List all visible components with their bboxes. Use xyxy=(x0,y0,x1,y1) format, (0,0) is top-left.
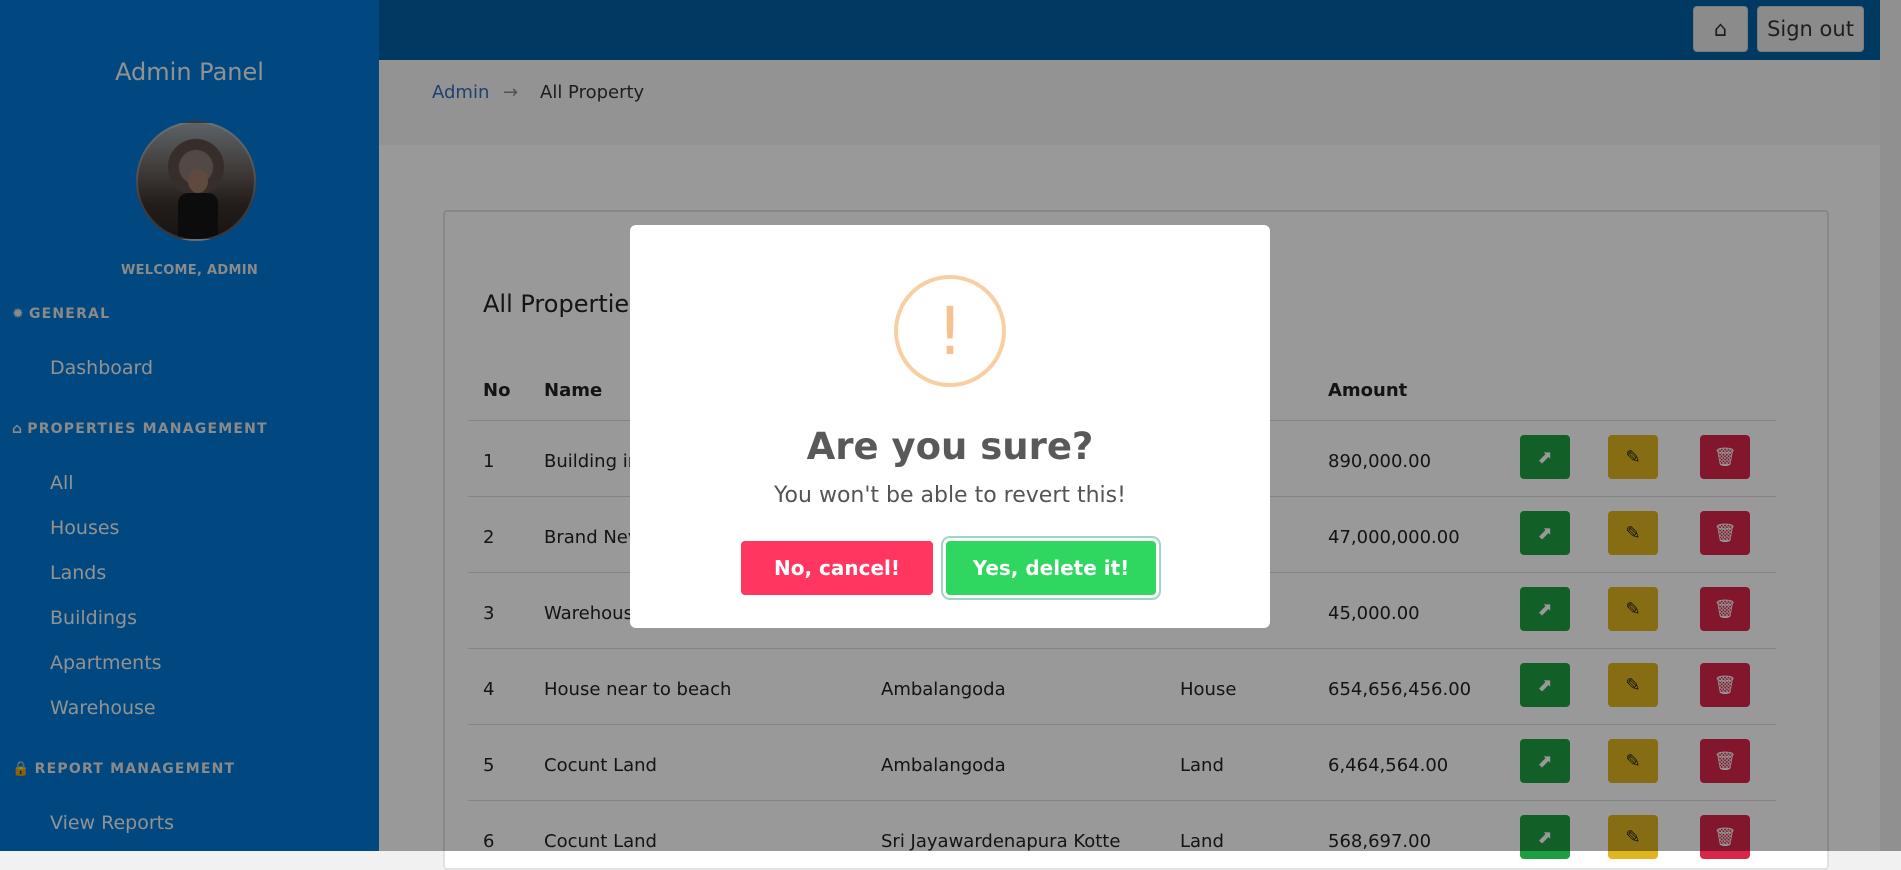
dialog-message: You won't be able to revert this! xyxy=(774,483,1126,508)
warning-icon: ! xyxy=(894,275,1006,387)
dialog-title: Are you sure? xyxy=(806,425,1094,468)
cancel-button[interactable]: No, cancel! xyxy=(741,541,933,595)
confirm-dialog: ! Are you sure? You won't be able to rev… xyxy=(630,225,1270,628)
confirm-delete-button[interactable]: Yes, delete it! xyxy=(946,541,1156,595)
